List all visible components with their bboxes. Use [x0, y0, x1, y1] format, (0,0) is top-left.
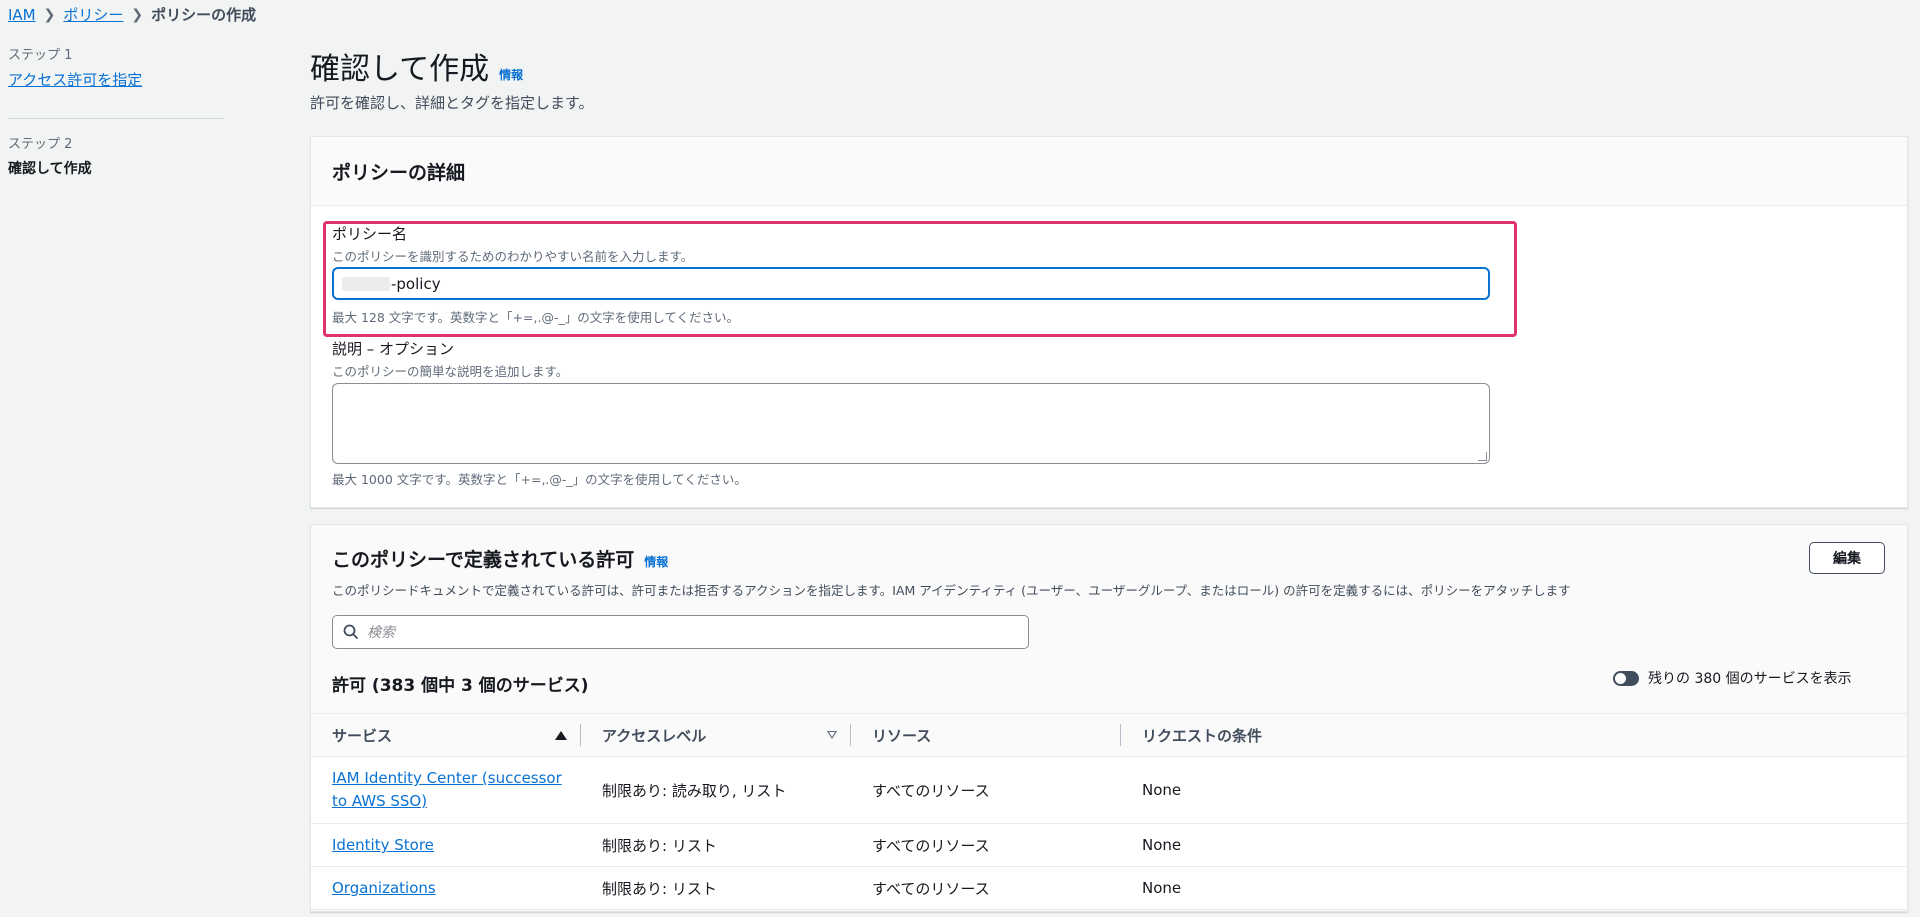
policy-details-heading: ポリシーの詳細 [332, 161, 466, 184]
breadcrumb-link-iam[interactable]: IAM [8, 6, 36, 24]
service-link[interactable]: IAM Identity Center (successor to AWS SS… [332, 767, 562, 813]
table-row: Organizations 制限あり: リスト すべてのリソース None [311, 866, 1907, 910]
table-row: Identity Store 制限あり: リスト すべてのリソース None [311, 823, 1907, 867]
column-header-resource[interactable]: リソース [851, 713, 1121, 757]
policy-name-label: ポリシー名 [332, 225, 408, 243]
description-help: このポリシーの簡単な説明を追加します。 [332, 364, 569, 379]
service-link[interactable]: Identity Store [332, 836, 434, 854]
access-level-cell: 制限あり: 読み取り, リスト [581, 756, 851, 824]
sort-ascending-icon [555, 730, 567, 740]
permissions-title: このポリシーで定義されている許可 情報 [332, 545, 668, 572]
policy-name-description: このポリシーを識別するためのわかりやすい名前を入力します。 [332, 249, 694, 264]
page-title: 確認して作成 [310, 52, 490, 87]
table-row: IAM Identity Center (successor to AWS SS… [311, 756, 1907, 824]
resize-handle-icon[interactable] [1478, 452, 1487, 461]
wizard-steps-nav: ステップ 1 アクセス許可を指定 ステップ 2 確認して作成 [8, 44, 224, 178]
resource-cell: すべてのリソース [851, 756, 1121, 824]
policy-name-value: -policy [391, 274, 441, 293]
permissions-info-link[interactable]: 情報 [644, 553, 668, 570]
permissions-heading: このポリシーで定義されている許可 [332, 549, 635, 571]
permissions-table: サービス アクセスレベル リソース リクエストの条件 IAM Identity … [311, 713, 1907, 910]
policy-details-header: ポリシーの詳細 [311, 137, 1907, 206]
redacted-text [342, 276, 390, 291]
toggle-switch[interactable] [1613, 670, 1639, 686]
permissions-description: このポリシードキュメントで定義されている許可は、許可または拒否するアクションを指… [332, 583, 1571, 598]
description-constraint: 最大 1000 文字です。英数字と「+=,.@-_」の文字を使用してください。 [332, 472, 747, 487]
toggle-label: 残りの 380 個のサービスを表示 [1648, 671, 1852, 687]
search-icon [343, 624, 359, 640]
access-level-cell: 制限あり: リスト [581, 866, 851, 910]
condition-cell: None [1121, 756, 1907, 824]
step-1-link[interactable]: アクセス許可を指定 [8, 71, 142, 89]
breadcrumb-current: ポリシーの作成 [151, 6, 257, 24]
chevron-right-icon: ❯ [131, 6, 144, 23]
description-textarea[interactable] [332, 383, 1490, 464]
access-level-cell: 制限あり: リスト [581, 823, 851, 867]
edit-button[interactable]: 編集 [1809, 542, 1885, 574]
show-remaining-toggle[interactable]: 残りの 380 個のサービスを表示 [1613, 668, 1852, 688]
breadcrumb-link-policies[interactable]: ポリシー [63, 4, 123, 25]
policy-details-panel: ポリシーの詳細 ポリシー名 このポリシーを識別するためのわかりやすい名前を入力し… [310, 136, 1908, 508]
breadcrumb: IAM ❯ ポリシー ❯ ポリシーの作成 [8, 4, 256, 25]
search-input[interactable]: 検索 [332, 615, 1029, 649]
step-1-label: ステップ 1 [8, 48, 73, 63]
resource-cell: すべてのリソース [851, 866, 1121, 910]
policy-name-constraint: 最大 128 文字です。英数字と「+=,.@-_」の文字を使用してください。 [332, 310, 739, 325]
search-placeholder: 検索 [367, 625, 395, 641]
permissions-count-heading: 許可 (383 個中 3 個のサービス) [332, 676, 589, 696]
resource-cell: すべてのリソース [851, 823, 1121, 867]
step-divider [8, 118, 224, 119]
column-header-service[interactable]: サービス [311, 713, 581, 757]
step-2-current: 確認して作成 [8, 161, 92, 177]
policy-name-input[interactable]: -policy [332, 267, 1490, 300]
page-header: 確認して作成 情報 [310, 44, 523, 88]
step-2-label: ステップ 2 [8, 137, 73, 152]
chevron-right-icon: ❯ [43, 6, 56, 23]
description-label: 説明 – オプション [332, 340, 455, 358]
permissions-panel: このポリシーで定義されている許可 情報 このポリシードキュメントで定義されている… [310, 524, 1908, 912]
column-header-access-level[interactable]: アクセスレベル [581, 713, 851, 757]
header-info-link[interactable]: 情報 [499, 66, 523, 83]
service-link[interactable]: Organizations [332, 879, 436, 897]
sort-descending-icon [827, 731, 837, 739]
column-header-conditions[interactable]: リクエストの条件 [1121, 713, 1907, 757]
condition-cell: None [1121, 866, 1907, 910]
page-description: 許可を確認し、詳細とタグを指定します。 [310, 94, 594, 112]
condition-cell: None [1121, 823, 1907, 867]
